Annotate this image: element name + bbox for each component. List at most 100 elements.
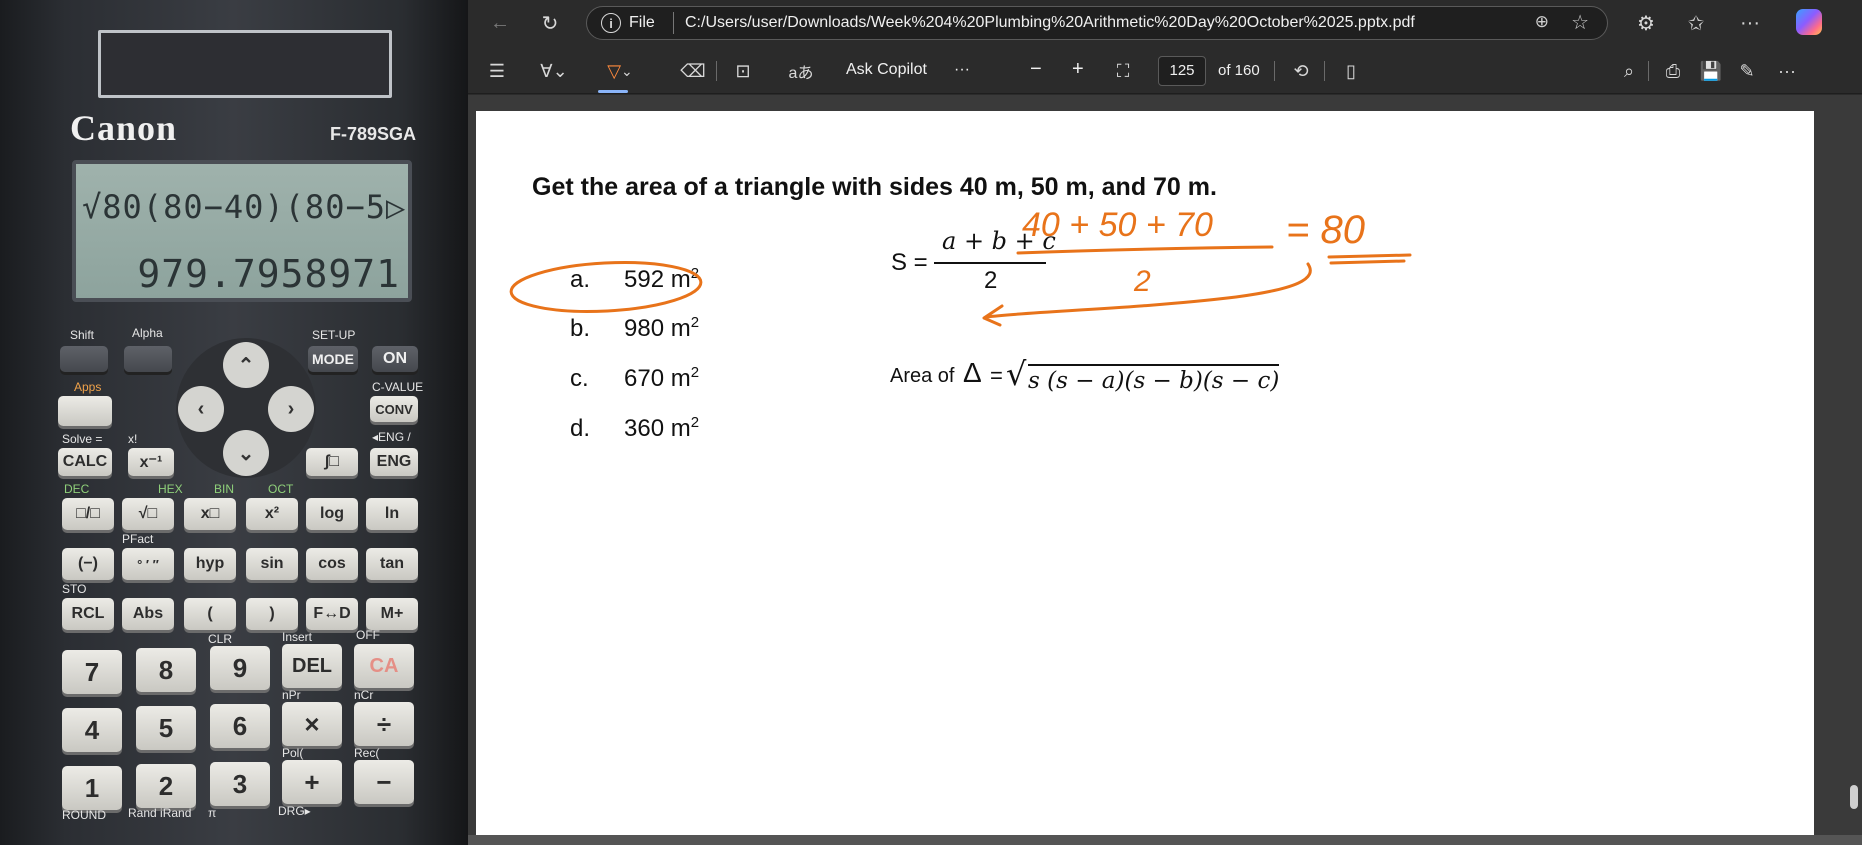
fraction-key[interactable]: □/□ <box>62 498 114 530</box>
draw-icon[interactable]: ▽ ⌄ <box>600 58 640 84</box>
zoom-in-button[interactable]: + <box>1072 58 1084 81</box>
key-7[interactable]: 7 <box>62 650 122 694</box>
zoom-icon[interactable]: ⊕ <box>1535 12 1549 32</box>
arrow-up-icon[interactable]: ⌃ <box>223 342 269 388</box>
option-letter: b. <box>570 315 591 342</box>
minus-key[interactable]: − <box>354 760 414 804</box>
text-box-icon[interactable]: ⊡ <box>730 58 756 84</box>
fit-page-icon[interactable]: ⛶ <box>1110 58 1136 84</box>
pdf-menu-icon[interactable]: ··· <box>1774 58 1800 84</box>
rotate-icon[interactable]: ⟲ <box>1288 58 1314 84</box>
left-paren-key[interactable]: ( <box>184 598 236 630</box>
key-9[interactable]: 9 <box>210 646 270 690</box>
inverse-key[interactable]: x⁻¹ <box>128 448 174 476</box>
semi-perimeter-numerator: a + b + c <box>942 227 1056 255</box>
address-bar[interactable]: i File C:/Users/user/Downloads/Week%204%… <box>586 6 1608 40</box>
option-value: 670 m <box>624 365 691 392</box>
save-icon[interactable]: 💾 <box>1698 58 1724 84</box>
sin-key[interactable]: sin <box>246 548 298 580</box>
abs-key[interactable]: Abs <box>122 598 174 630</box>
hyp-key[interactable]: hyp <box>184 548 236 580</box>
square-key[interactable]: x² <box>246 498 298 530</box>
conv-key[interactable]: CONV <box>370 396 418 422</box>
shift-key[interactable] <box>60 346 108 372</box>
favorites-icon[interactable]: ✩ <box>1682 9 1710 37</box>
option-c: c. 670 m2 <box>570 364 699 393</box>
key-2[interactable]: 2 <box>136 764 196 808</box>
highlight-icon[interactable]: ∀⌄ <box>534 58 574 84</box>
key-8[interactable]: 8 <box>136 648 196 692</box>
extensions-icon[interactable]: ⚙ <box>1632 9 1660 37</box>
browser-menu-icon[interactable]: ··· <box>1736 9 1764 37</box>
divide-key[interactable]: ÷ <box>354 702 414 746</box>
toolbar-divider <box>1324 61 1325 81</box>
copilot-icon[interactable] <box>1796 9 1822 35</box>
rcl-key[interactable]: RCL <box>62 598 114 630</box>
print-icon[interactable]: ⎙ <box>1660 58 1686 84</box>
eng-key[interactable]: ENG <box>370 448 418 476</box>
arrow-right-icon[interactable]: › <box>268 386 314 432</box>
save-as-icon[interactable]: ✎ <box>1734 58 1760 84</box>
label-pi: π <box>208 806 217 820</box>
page-view-icon[interactable]: ▯ <box>1338 58 1364 84</box>
label-alpha: Alpha <box>132 326 163 340</box>
ln-key[interactable]: ln <box>366 498 418 530</box>
label-round: ROUND <box>62 808 106 822</box>
url-text[interactable]: C:/Users/user/Downloads/Week%204%20Plumb… <box>685 14 1415 32</box>
cos-key[interactable]: cos <box>306 548 358 580</box>
mplus-key[interactable]: M+ <box>366 598 418 630</box>
apps-key[interactable] <box>58 396 112 426</box>
area-label: Area of <box>890 365 955 387</box>
ca-key[interactable]: CA <box>354 644 414 688</box>
negative-key[interactable]: (−) <box>62 548 114 580</box>
key-3[interactable]: 3 <box>210 762 270 806</box>
on-key[interactable]: ON <box>372 346 418 372</box>
back-icon[interactable]: ← <box>486 9 514 37</box>
option-exponent: 2 <box>690 414 700 431</box>
label-pol: Pol( <box>282 746 304 760</box>
key-5[interactable]: 5 <box>136 706 196 750</box>
option-letter: a. <box>570 266 591 293</box>
key-1[interactable]: 1 <box>62 766 122 810</box>
label-shift: Shift <box>70 328 95 342</box>
del-key[interactable]: DEL <box>282 644 342 688</box>
tan-key[interactable]: tan <box>366 548 418 580</box>
direction-pad: ⌃ ‹ › ⌄ <box>176 338 316 478</box>
zoom-out-button[interactable]: − <box>1030 58 1042 81</box>
semi-perimeter-denominator: 2 <box>984 267 998 294</box>
mode-key[interactable]: MODE <box>308 346 358 372</box>
pdf-viewer[interactable]: Get the area of a triangle with sides 40… <box>468 95 1862 835</box>
fd-key[interactable]: F↔D <box>306 598 358 630</box>
search-icon[interactable]: ⌕ <box>1616 58 1642 84</box>
toolbar-divider <box>1274 61 1275 81</box>
label-insert: Insert <box>282 630 313 644</box>
dms-key[interactable]: ° ′ ″ <box>122 548 174 580</box>
scrollbar-thumb[interactable] <box>1850 785 1858 809</box>
plus-key[interactable]: + <box>282 760 342 804</box>
log-key[interactable]: log <box>306 498 358 530</box>
info-icon[interactable]: i <box>601 13 621 33</box>
integral-key[interactable]: ∫□ <box>306 448 358 476</box>
multiply-key[interactable]: × <box>282 702 342 746</box>
key-4[interactable]: 4 <box>62 708 122 752</box>
ink-result: = 80 <box>1286 208 1365 252</box>
contents-icon[interactable]: ☰ <box>484 58 510 84</box>
calc-key[interactable]: CALC <box>58 448 112 476</box>
power-key[interactable]: x□ <box>184 498 236 530</box>
arrow-down-icon[interactable]: ⌄ <box>223 430 269 476</box>
url-scheme: File <box>629 14 655 31</box>
page-number-input[interactable]: 125 <box>1158 56 1206 86</box>
right-paren-key[interactable]: ) <box>246 598 298 630</box>
sqrt-key[interactable]: √□ <box>122 498 174 530</box>
calculator-brand: Canon <box>70 108 178 148</box>
key-6[interactable]: 6 <box>210 704 270 748</box>
ask-copilot-button[interactable]: Ask Copilot <box>846 61 927 79</box>
eraser-icon[interactable]: ⌫ <box>680 58 706 84</box>
more-tools-button[interactable]: ··· <box>954 61 970 79</box>
label-solve: Solve = <box>62 432 103 446</box>
favorite-star-icon[interactable]: ☆ <box>1571 10 1589 35</box>
refresh-icon[interactable]: ↻ <box>536 9 564 37</box>
arrow-left-icon[interactable]: ‹ <box>178 386 224 432</box>
read-aloud-icon[interactable]: aあ <box>786 58 816 84</box>
alpha-key[interactable] <box>124 346 172 372</box>
